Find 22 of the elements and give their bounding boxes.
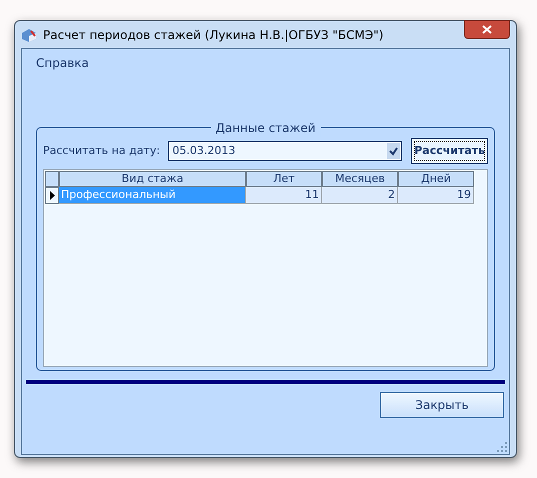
close-icon: [482, 25, 492, 34]
table-cell: Профессиональный: [59, 187, 246, 204]
close-dialog-button[interactable]: Закрыть: [380, 392, 504, 418]
table-cell: 11: [246, 187, 322, 204]
column-header[interactable]: Лет: [246, 171, 322, 187]
app-icon: [21, 26, 37, 42]
table-cell: 2: [322, 187, 398, 204]
date-label: Рассчитать на дату:: [43, 142, 162, 159]
column-header[interactable]: Дней: [398, 171, 474, 187]
checkmark-icon: [387, 143, 400, 159]
header-cell: [45, 171, 59, 187]
table-cell: 19: [398, 187, 474, 204]
calculate-button[interactable]: Рассчитать: [411, 138, 488, 164]
resize-grip-icon: [497, 442, 507, 452]
row-pointer-icon: [50, 191, 54, 200]
column-header[interactable]: Вид стажа: [59, 171, 246, 187]
window-title: Расчет периодов стажей (Лукина Н.В.|ОГБУЗ "БСМЭ"): [43, 26, 384, 44]
table-row[interactable]: Профессиональный 11 2 19: [45, 187, 487, 204]
column-header[interactable]: Месяцев: [322, 171, 398, 187]
date-field[interactable]: 05.03.2013: [168, 141, 402, 161]
menu-item[interactable]: Справка: [36, 54, 89, 70]
close-button[interactable]: [464, 20, 510, 39]
